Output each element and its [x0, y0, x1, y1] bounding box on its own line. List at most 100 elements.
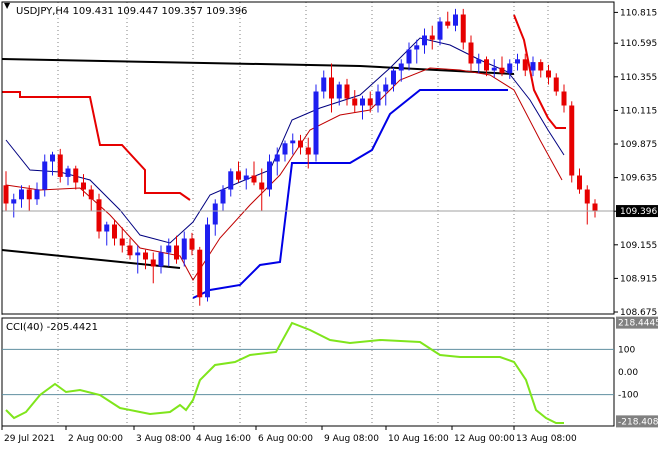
candle-body	[445, 21, 451, 26]
cci-tick-label: 0.00	[618, 368, 638, 378]
candle-body	[592, 203, 598, 211]
current-price-label: 109.396	[620, 207, 657, 217]
candle-body	[515, 59, 520, 64]
candle-body	[329, 77, 334, 99]
candle[interactable]	[313, 84, 319, 162]
candle-body	[42, 161, 48, 190]
candle-body	[484, 59, 489, 71]
candle-body	[34, 189, 40, 200]
candle-body	[530, 62, 536, 71]
candle-body	[104, 224, 110, 232]
time-tick-label: 12 Aug 00:00	[454, 434, 515, 444]
candle-body	[251, 175, 257, 183]
candle-body	[220, 189, 226, 204]
candle-body	[577, 175, 582, 190]
candle-body	[398, 63, 404, 71]
candle-body	[491, 67, 497, 71]
candle-body	[476, 59, 482, 64]
candle-body	[282, 143, 288, 155]
candle[interactable]	[569, 101, 575, 183]
candle-body	[360, 98, 365, 106]
candle-body	[313, 91, 319, 155]
candle-body	[127, 245, 133, 256]
candle-body	[391, 70, 396, 85]
candle-body	[119, 238, 125, 246]
candle-body	[553, 77, 559, 92]
trading-chart[interactable]: ▼ USDJPY,H4 109.431 109.447 109.357 109.…	[0, 0, 660, 450]
candle-body	[422, 35, 427, 46]
price-tick-label: 109.155	[620, 241, 657, 251]
candle-body	[546, 70, 551, 78]
candle-body	[50, 154, 55, 162]
candle-body	[321, 77, 327, 92]
candle-body	[181, 238, 187, 260]
time-tick-label: 13 Aug 08:00	[516, 434, 577, 444]
time-tick-label: 10 Aug 16:00	[388, 434, 449, 444]
candle-body	[143, 252, 148, 260]
time-tick-label: 2 Aug 00:00	[68, 434, 123, 444]
price-tick-label: 108.915	[620, 274, 657, 284]
candle-body	[453, 14, 458, 26]
candle-body	[429, 35, 435, 40]
candle-body	[584, 189, 590, 204]
candle-body	[352, 98, 358, 106]
candle-body	[305, 147, 311, 155]
candle-body	[150, 259, 156, 267]
candle-body	[212, 203, 218, 225]
candle-body	[522, 59, 528, 71]
candle-body	[57, 154, 63, 177]
candle[interactable]	[197, 246, 203, 306]
candle-body	[228, 171, 234, 190]
time-tick-label: 29 Jul 2021	[4, 434, 55, 444]
candle-body	[65, 168, 71, 177]
main-chart-title: USDJPY,H4 109.431 109.447 109.357 109.39…	[16, 6, 247, 17]
price-tick-label: 109.635	[620, 174, 657, 184]
candle-body	[135, 252, 141, 256]
time-tick-label: 9 Aug 08:00	[324, 434, 379, 444]
price-tick-label: 110.355	[620, 73, 657, 83]
candle-body	[267, 161, 272, 190]
candle-body	[344, 84, 350, 99]
candle-body	[274, 154, 280, 162]
candle-body	[507, 63, 513, 74]
candle[interactable]	[205, 217, 210, 302]
candle-body	[81, 182, 86, 190]
time-tick-label: 3 Aug 08:00	[136, 434, 191, 444]
candle-body	[460, 14, 466, 43]
chart-menu-arrow-icon[interactable]: ▼	[4, 1, 11, 10]
cci-tick-label: -218.4082	[618, 417, 660, 427]
candle-body	[383, 84, 389, 92]
candle-body	[468, 42, 474, 64]
candle-body	[290, 140, 296, 144]
candle-body	[414, 45, 420, 50]
candle-body	[197, 249, 203, 298]
candle-body	[375, 91, 381, 106]
cci-tick-label: 100	[618, 345, 635, 355]
candle-body	[259, 182, 265, 190]
candle-body	[437, 21, 443, 40]
candle-body	[569, 105, 575, 176]
candle-body	[189, 238, 195, 250]
price-tick-label: 110.595	[620, 39, 657, 49]
time-tick-label: 6 Aug 00:00	[258, 434, 313, 444]
cci-tick-label: 218.4445	[618, 319, 660, 329]
candle-body	[88, 189, 94, 200]
time-tick-label: 4 Aug 16:00	[196, 434, 251, 444]
candle-body	[3, 185, 9, 204]
candle-body	[336, 84, 342, 99]
candle-body	[19, 189, 24, 200]
candle-body	[367, 98, 373, 106]
candle-body	[166, 245, 172, 253]
candle-body	[11, 199, 17, 204]
cci-tick-label: -100	[618, 391, 639, 401]
candle-body	[158, 252, 164, 267]
candle-body	[298, 140, 303, 148]
price-tick-label: 110.815	[620, 8, 657, 18]
price-tick-label: 108.675	[620, 308, 657, 318]
candle-body	[205, 224, 210, 298]
price-tick-label: 110.115	[620, 106, 657, 116]
candle-body	[26, 189, 32, 200]
price-tick-label: 109.875	[620, 140, 657, 150]
candle-body	[499, 67, 505, 74]
candle-body	[96, 199, 102, 232]
